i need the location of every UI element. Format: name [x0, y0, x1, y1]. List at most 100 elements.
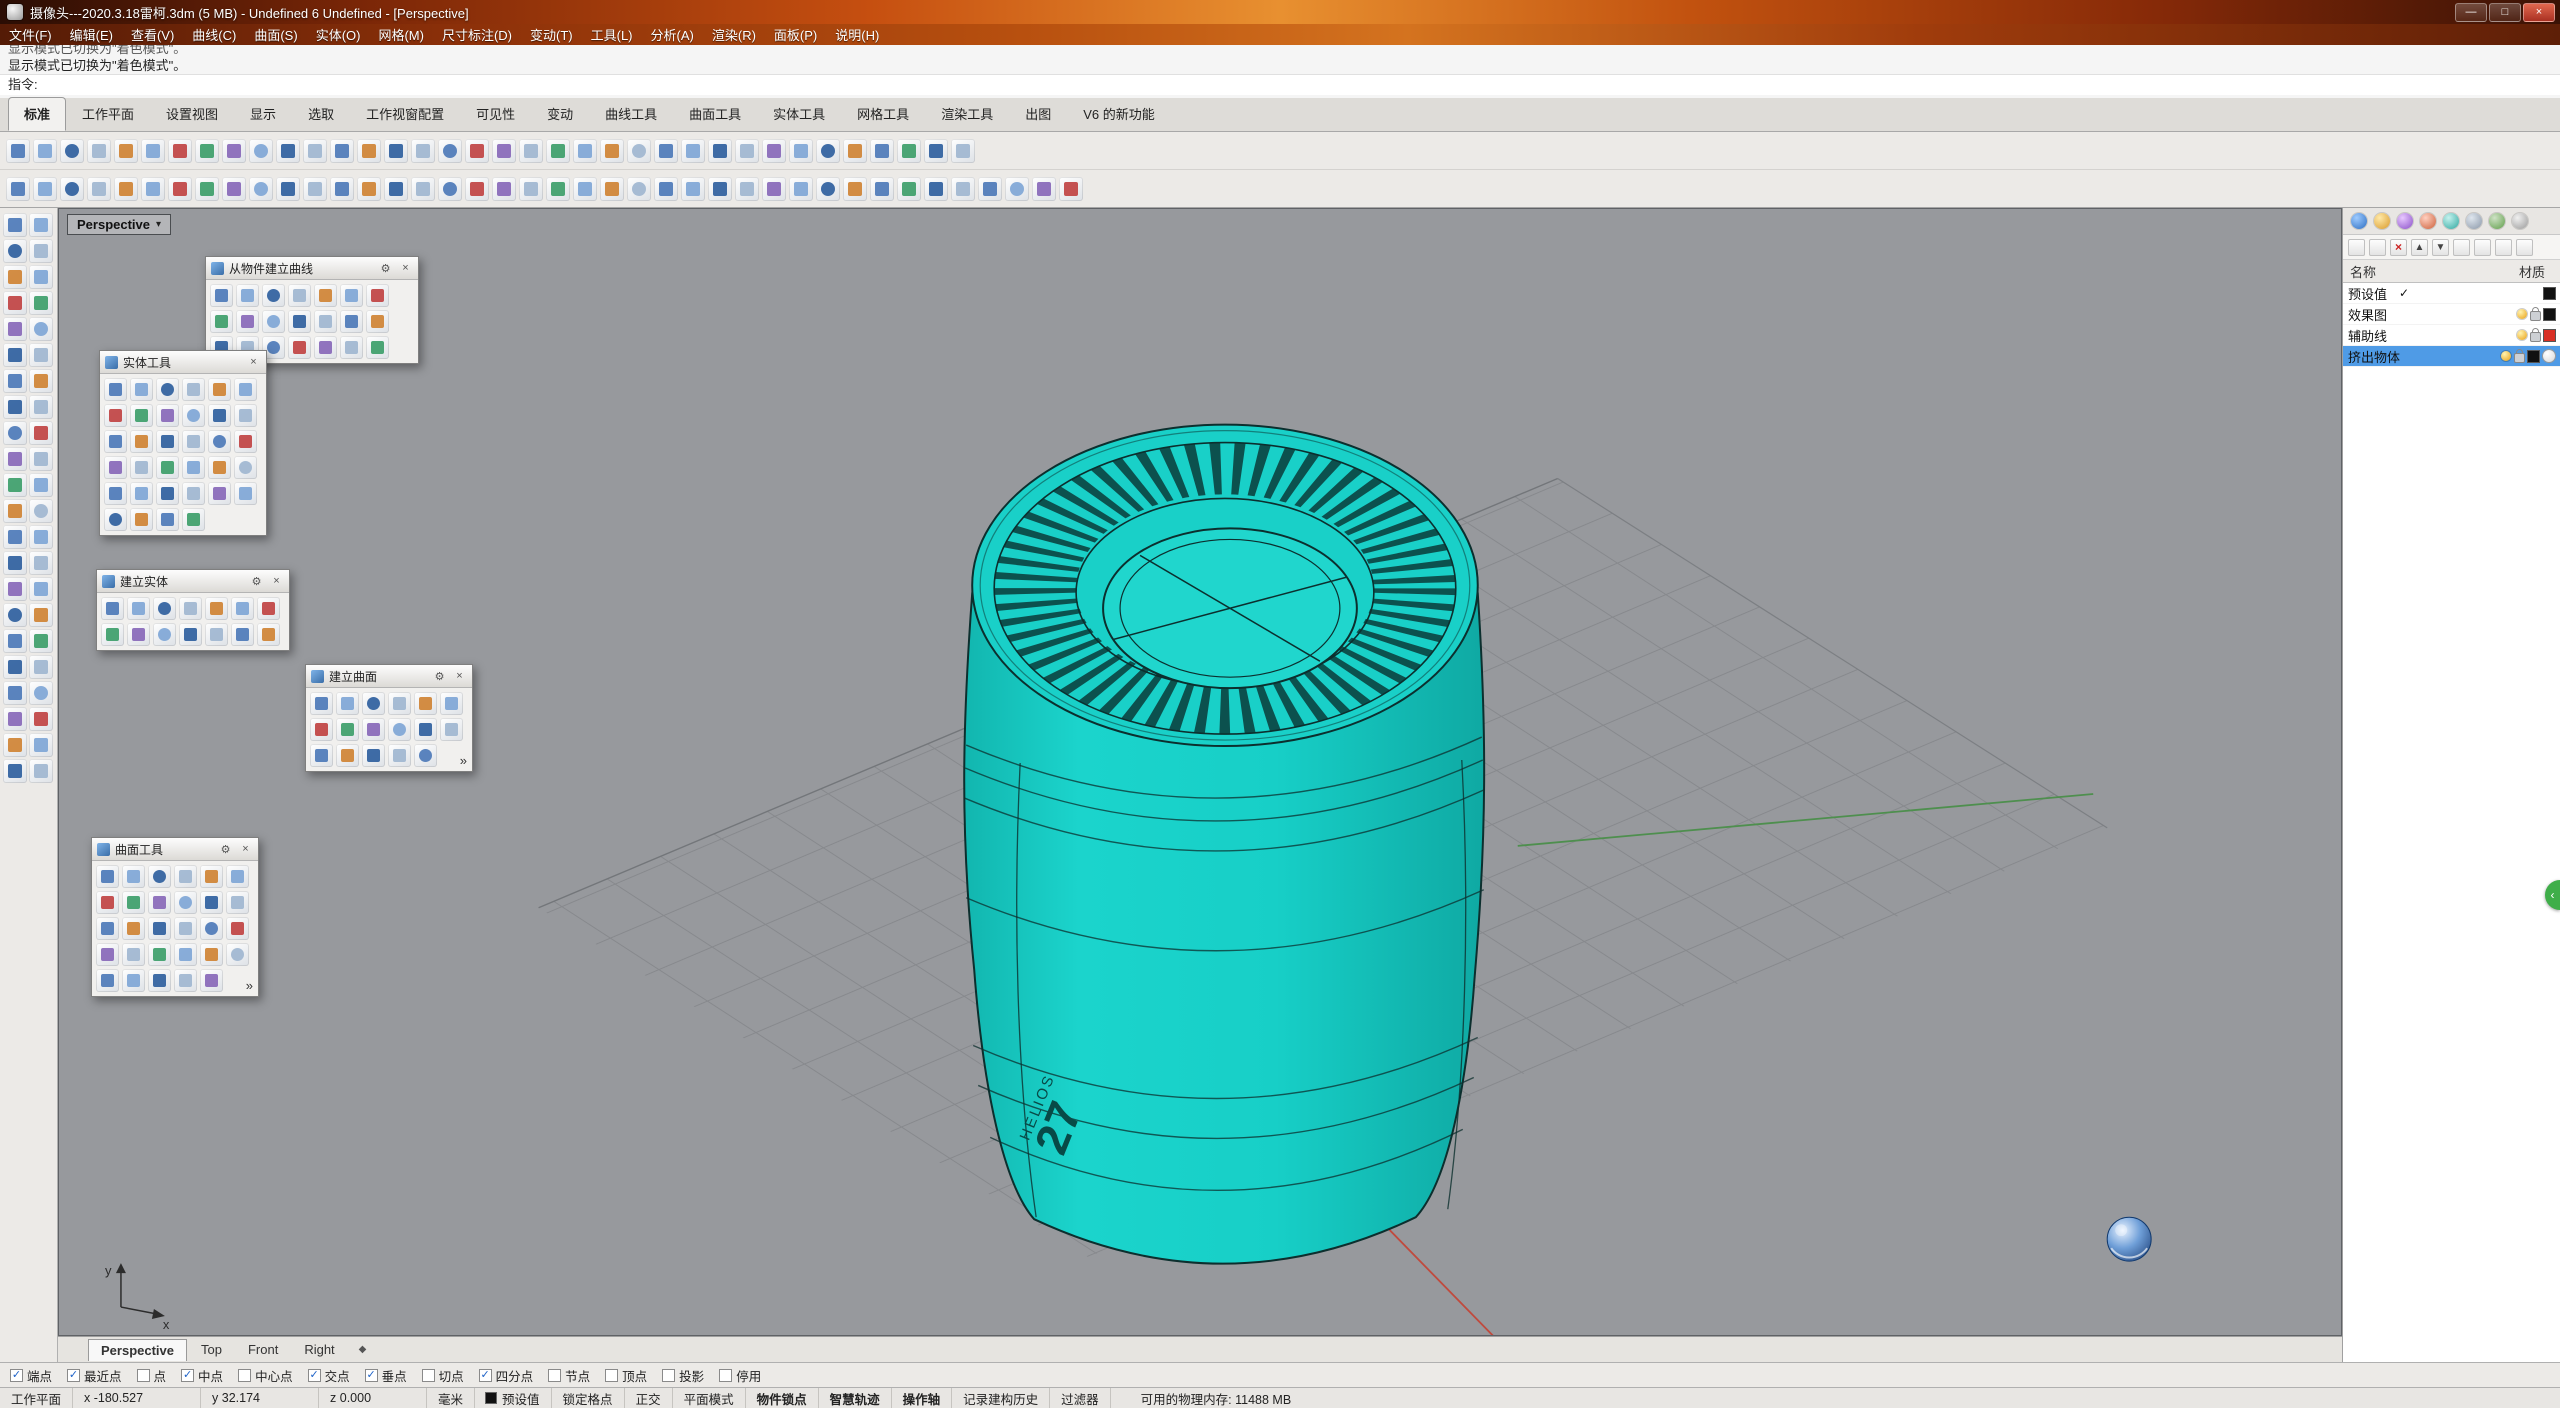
sidebar-tool-icon[interactable] — [3, 395, 27, 419]
tool-icon[interactable] — [236, 284, 259, 307]
toggle-smarttrack[interactable]: 智慧轨迹 — [819, 1388, 892, 1408]
sidebar-tool-icon[interactable] — [3, 551, 27, 575]
tool-icon[interactable] — [414, 718, 437, 741]
palette-titlebar[interactable]: 从物件建立曲线 ⚙ × — [206, 257, 418, 280]
visibility-bulb-icon[interactable] — [2517, 330, 2527, 340]
tool-icon[interactable] — [362, 692, 385, 715]
tool-icon[interactable] — [101, 597, 124, 620]
sidebar-tool-icon[interactable] — [29, 759, 53, 783]
tool-icon[interactable] — [226, 943, 249, 966]
tool-icon[interactable] — [226, 891, 249, 914]
tool-icon[interactable] — [366, 310, 389, 333]
toolbar-icon[interactable] — [276, 177, 300, 201]
visibility-bulb-icon[interactable] — [2501, 351, 2511, 361]
sidebar-tool-icon[interactable] — [3, 655, 27, 679]
panel-tab-icon[interactable] — [2443, 213, 2459, 229]
toolbar-icon[interactable] — [60, 139, 84, 163]
move-down-icon[interactable]: ▼ — [2432, 239, 2449, 256]
tool-icon[interactable] — [153, 597, 176, 620]
toolbar-icon[interactable] — [519, 139, 543, 163]
toolbar-icon[interactable] — [87, 177, 111, 201]
toolbar-icon[interactable] — [789, 177, 813, 201]
panel-tab-icon[interactable] — [2374, 213, 2390, 229]
menu-tools[interactable]: 工具(L) — [582, 25, 642, 44]
model-cylinder[interactable]: HELIOS 27 — [964, 425, 1484, 1264]
tool-icon[interactable] — [340, 284, 363, 307]
toolbar-icon[interactable] — [411, 177, 435, 201]
osnap-quadrant[interactable]: ✓四分点 — [479, 1366, 534, 1385]
toolbar-icon[interactable] — [411, 139, 435, 163]
tool-icon[interactable] — [205, 597, 228, 620]
toolbar-icon[interactable] — [303, 177, 327, 201]
toolbar-icon[interactable] — [897, 139, 921, 163]
sidebar-tool-icon[interactable] — [29, 395, 53, 419]
toolbar-icon[interactable] — [654, 139, 678, 163]
tool-icon[interactable] — [174, 943, 197, 966]
new-viewport-icon[interactable]: ◆ — [349, 1344, 377, 1355]
tab-curve-tools[interactable]: 曲线工具 — [589, 97, 673, 131]
osnap-vertex[interactable]: 顶点 — [605, 1366, 647, 1385]
tool-icon[interactable] — [156, 378, 179, 401]
toolbar-icon[interactable] — [303, 139, 327, 163]
sidebar-tool-icon[interactable] — [3, 265, 27, 289]
tool-icon[interactable] — [148, 917, 171, 940]
new-layer-icon[interactable] — [2348, 239, 2365, 256]
tool-icon[interactable] — [288, 336, 311, 359]
sidebar-tool-icon[interactable] — [29, 629, 53, 653]
sidebar-tool-icon[interactable] — [3, 343, 27, 367]
tool-icon[interactable] — [96, 891, 119, 914]
toolbar-icon[interactable] — [735, 177, 759, 201]
tool-icon[interactable] — [257, 597, 280, 620]
toolbar-icon[interactable] — [816, 139, 840, 163]
toolbar-icon[interactable] — [276, 139, 300, 163]
tool-icon[interactable] — [104, 404, 127, 427]
tool-icon[interactable] — [96, 865, 119, 888]
tool-icon[interactable] — [208, 482, 231, 505]
toolbar-icon[interactable] — [357, 177, 381, 201]
toolbar-icon[interactable] — [978, 177, 1002, 201]
checkbox[interactable]: ✓ — [181, 1369, 194, 1382]
osnap-intersection[interactable]: ✓交点 — [308, 1366, 350, 1385]
tool-icon[interactable] — [101, 623, 124, 646]
tool-icon[interactable] — [182, 508, 205, 531]
panel-tab-icon[interactable] — [2351, 213, 2367, 229]
vp-tab-top[interactable]: Top — [189, 1339, 234, 1360]
tool-icon[interactable] — [310, 718, 333, 741]
layer-color-swatch[interactable] — [2544, 288, 2555, 299]
tool-icon[interactable] — [96, 943, 119, 966]
new-sublayer-icon[interactable] — [2369, 239, 2386, 256]
tool-icon[interactable] — [148, 865, 171, 888]
panel-tab-icon[interactable] — [2489, 213, 2505, 229]
sidebar-tool-icon[interactable] — [29, 655, 53, 679]
tool-icon[interactable] — [366, 336, 389, 359]
tab-surface-tools[interactable]: 曲面工具 — [673, 97, 757, 131]
tool-icon[interactable] — [336, 692, 359, 715]
toolbar-icon[interactable] — [870, 139, 894, 163]
tool-icon[interactable] — [130, 456, 153, 479]
tool-icon[interactable] — [200, 969, 223, 992]
tool-icon[interactable] — [104, 430, 127, 453]
sidebar-tool-icon[interactable] — [3, 525, 27, 549]
vp-tab-front[interactable]: Front — [236, 1339, 290, 1360]
tool-icon[interactable] — [340, 336, 363, 359]
tool-icon[interactable] — [310, 692, 333, 715]
tab-cplane[interactable]: 工作平面 — [66, 97, 150, 131]
tool-icon[interactable] — [130, 378, 153, 401]
tab-v6-new[interactable]: V6 的新功能 — [1067, 97, 1171, 131]
tab-viewport-layout[interactable]: 工作视窗配置 — [350, 97, 460, 131]
sidebar-tool-icon[interactable] — [3, 733, 27, 757]
close-icon[interactable]: × — [398, 262, 413, 274]
menu-solid[interactable]: 实体(O) — [307, 25, 370, 44]
toolbar-icon[interactable] — [357, 139, 381, 163]
move-up-icon[interactable]: ▲ — [2411, 239, 2428, 256]
toolbar-icon[interactable] — [465, 177, 489, 201]
toolbar-icon[interactable] — [438, 139, 462, 163]
more-tools-chevron[interactable]: » — [460, 753, 467, 768]
toolbar-icon[interactable] — [816, 177, 840, 201]
toolbar-icon[interactable] — [951, 177, 975, 201]
tool-icon[interactable] — [234, 404, 257, 427]
toolbar-icon[interactable] — [1059, 177, 1083, 201]
tool-icon[interactable] — [366, 284, 389, 307]
toolbar-icon[interactable] — [33, 139, 57, 163]
toolbar-icon[interactable] — [519, 177, 543, 201]
